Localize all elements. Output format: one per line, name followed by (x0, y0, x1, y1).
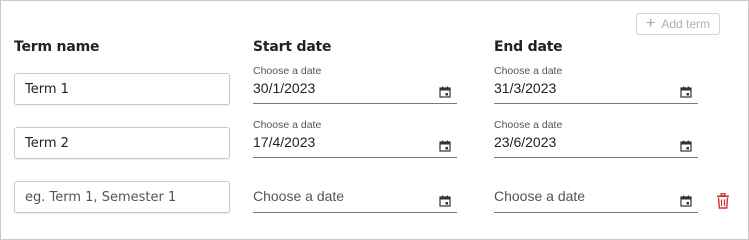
calendar-icon[interactable] (680, 86, 692, 98)
date-field-label: Choose a date (494, 65, 563, 77)
end-date-field[interactable]: Choose a date 23/6/2023 (494, 119, 698, 158)
date-field-label: Choose a date (494, 119, 563, 131)
end-date-field[interactable]: Choose a date (494, 174, 698, 213)
start-date-placeholder: Choose a date (253, 188, 345, 204)
end-date-value: 31/3/2023 (494, 80, 557, 96)
add-term-button[interactable]: + Add term (636, 13, 720, 35)
term-name-input[interactable] (14, 127, 230, 159)
start-date-field[interactable]: Choose a date 17/4/2023 (253, 119, 457, 158)
term-name-input[interactable] (14, 73, 230, 105)
date-field-label: Choose a date (253, 119, 322, 131)
end-date-header: End date (494, 39, 563, 55)
plus-icon: + (645, 15, 656, 32)
start-date-field[interactable]: Choose a date (253, 174, 457, 213)
term-name-input[interactable] (14, 181, 230, 213)
add-term-label: Add term (661, 17, 711, 31)
end-date-field[interactable]: Choose a date 31/3/2023 (494, 65, 698, 104)
terms-panel: + Add term Term name Start date End date… (0, 0, 749, 240)
start-date-value: 30/1/2023 (253, 80, 316, 96)
calendar-icon[interactable] (439, 195, 451, 207)
calendar-icon[interactable] (439, 140, 451, 152)
end-date-placeholder: Choose a date (494, 188, 586, 204)
date-field-label: Choose a date (253, 65, 322, 77)
trash-icon[interactable] (716, 193, 730, 209)
start-date-value: 17/4/2023 (253, 134, 316, 150)
calendar-icon[interactable] (680, 195, 692, 207)
term-name-header: Term name (14, 39, 100, 55)
start-date-header: Start date (253, 39, 332, 55)
end-date-value: 23/6/2023 (494, 134, 557, 150)
calendar-icon[interactable] (439, 86, 451, 98)
calendar-icon[interactable] (680, 140, 692, 152)
start-date-field[interactable]: Choose a date 30/1/2023 (253, 65, 457, 104)
